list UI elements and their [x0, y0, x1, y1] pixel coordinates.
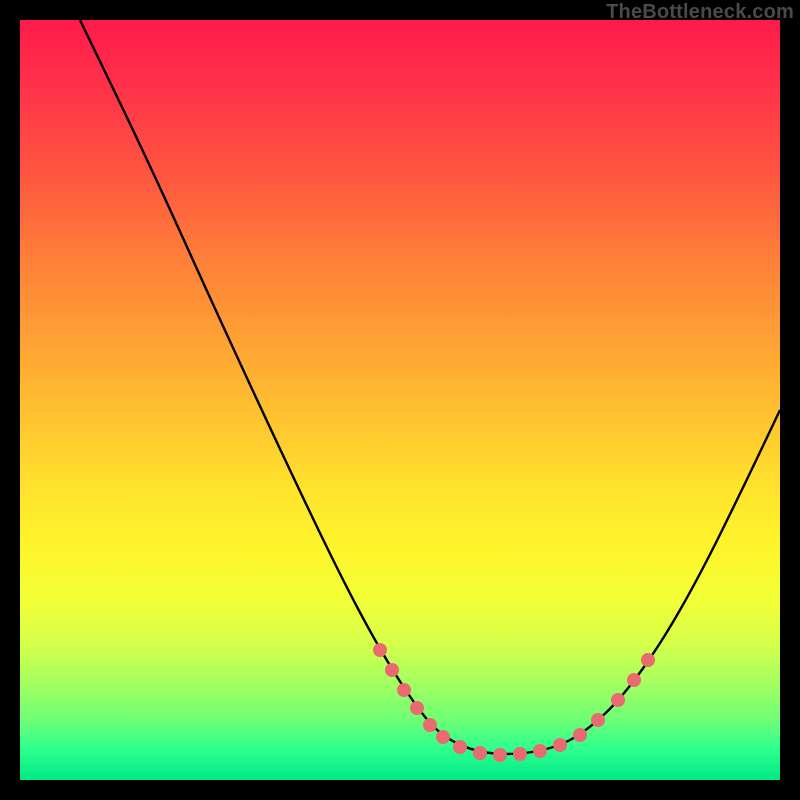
- chart-frame: [20, 20, 780, 780]
- curve-marker: [453, 740, 467, 754]
- curve-marker: [641, 653, 655, 667]
- curve-marker: [573, 728, 587, 742]
- chart-svg: [20, 20, 780, 780]
- curve-marker: [553, 738, 567, 752]
- curve-marker: [423, 718, 437, 732]
- curve-marker: [373, 643, 387, 657]
- bottleneck-curve: [80, 20, 780, 754]
- curve-marker: [410, 701, 424, 715]
- curve-markers: [373, 643, 655, 762]
- curve-marker: [591, 713, 605, 727]
- curve-marker: [493, 748, 507, 762]
- curve-marker: [611, 693, 625, 707]
- curve-marker: [533, 744, 547, 758]
- watermark-text: TheBottleneck.com: [606, 1, 794, 24]
- curve-marker: [627, 673, 641, 687]
- curve-marker: [473, 746, 487, 760]
- curve-marker: [385, 663, 399, 677]
- curve-marker: [513, 747, 527, 761]
- curve-marker: [436, 730, 450, 744]
- curve-marker: [397, 683, 411, 697]
